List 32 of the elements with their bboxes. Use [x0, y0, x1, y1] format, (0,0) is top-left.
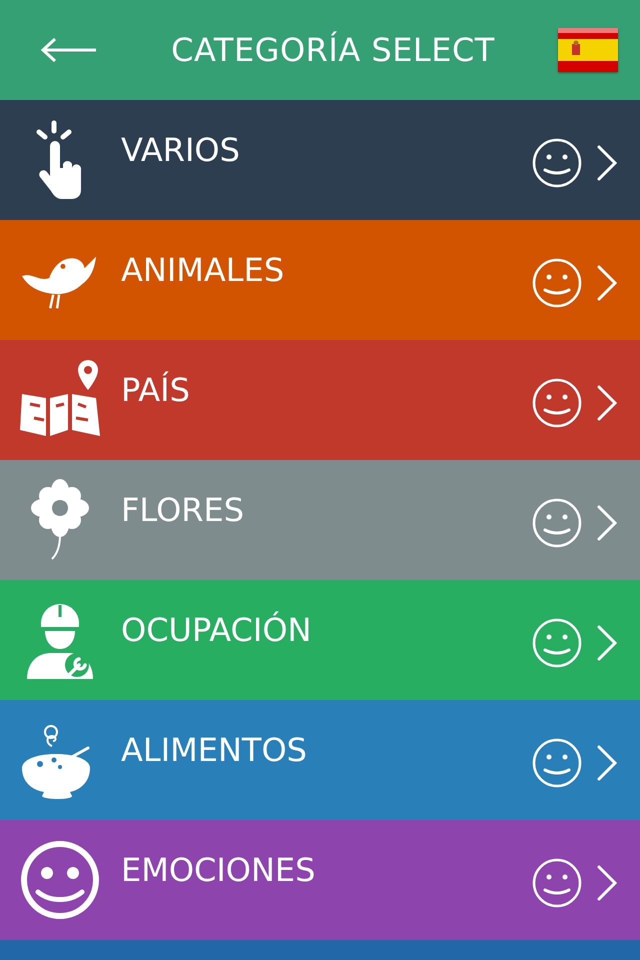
smiley-icon	[532, 738, 582, 788]
smiley-icon	[532, 258, 582, 308]
screen-title: CATEGORÍA SELECT	[170, 31, 496, 69]
chevron-right-icon	[596, 745, 618, 781]
category-label: FLORES	[121, 494, 246, 526]
category-row[interactable]: ANIMALES	[0, 220, 640, 340]
category-row[interactable]: PAÍS	[0, 340, 640, 460]
category-label: VARIOS	[121, 134, 241, 166]
smiley-icon	[20, 840, 100, 920]
chevron-right-icon	[596, 865, 618, 901]
chevron-right-icon	[596, 145, 618, 181]
category-label: ANIMALES	[121, 254, 286, 286]
chevron-right-icon	[596, 505, 618, 541]
flower-icon	[30, 479, 90, 561]
smiley-icon	[532, 378, 582, 428]
smiley-icon	[532, 618, 582, 668]
category-row[interactable]: EMOCIONES	[0, 820, 640, 940]
chevron-right-icon	[596, 385, 618, 421]
category-row[interactable]: ALIMENTOS	[0, 700, 640, 820]
smiley-icon	[532, 138, 582, 188]
category-label: ALIMENTOS	[121, 734, 308, 766]
spain-flag-icon[interactable]	[558, 28, 618, 72]
worker-icon	[25, 601, 95, 679]
category-label: EMOCIONES	[121, 854, 316, 886]
category-row[interactable]: FLORES	[0, 460, 640, 580]
smiley-icon	[532, 858, 582, 908]
category-row[interactable]: VARIOS	[0, 100, 640, 220]
chevron-right-icon	[596, 625, 618, 661]
category-row[interactable]: OCUPACIÓN	[0, 580, 640, 700]
smiley-icon	[532, 498, 582, 548]
chevron-right-icon	[596, 265, 618, 301]
back-arrow-icon[interactable]	[40, 37, 98, 63]
